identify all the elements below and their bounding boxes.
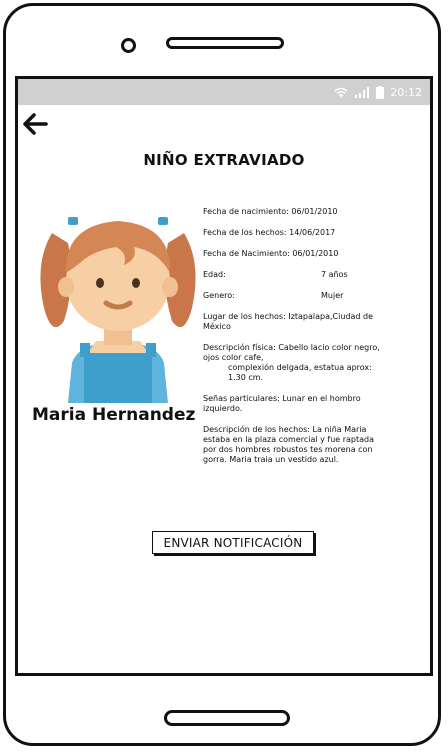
- detail-age-value: 7 años: [321, 270, 348, 279]
- send-notification-button[interactable]: ENVIAR NOTIFICACIÓN: [152, 531, 314, 554]
- details-panel: Fecha de nacimiento: 06/01/2010 Fecha de…: [203, 207, 381, 476]
- home-button[interactable]: [164, 710, 290, 726]
- detail-birthdate-2: Fecha de Nacimiento: 06/01/2010: [203, 249, 339, 258]
- camera: [121, 38, 136, 53]
- detail-birthdate: Fecha de nacimiento: 06/01/2010: [203, 207, 338, 216]
- detail-gender-value: Mujer: [321, 291, 344, 300]
- detail-age-label: Edad:: [203, 270, 226, 279]
- back-arrow-icon[interactable]: [21, 111, 49, 137]
- person-name: Maria Hernandez: [32, 405, 196, 425]
- detail-gender: Genero: Mujer: [203, 291, 381, 301]
- page-title: NIÑO EXTRAVIADO: [143, 151, 305, 169]
- detail-physical-description: Descripción física: Cabello lacio color …: [203, 343, 381, 383]
- detail-physical-description-line2: complexión delgada, estatua aprox: 1.30 …: [228, 363, 372, 382]
- detail-gender-label: Genero:: [203, 291, 235, 300]
- speaker: [166, 37, 284, 49]
- detail-age: Edad: 7 años: [203, 270, 381, 280]
- signal-icon: [355, 86, 370, 98]
- detail-incident-description: Descripción de los hechos: La niña Maria…: [203, 425, 375, 464]
- wifi-icon: [334, 87, 348, 98]
- status-bar: 20:12: [18, 79, 430, 105]
- screen: 20:12 NIÑO EXTRAVIADO Maria Hernandez Fe…: [15, 76, 433, 676]
- status-time: 20:12: [390, 85, 422, 99]
- detail-distinguishing-marks: Señas particulares: Lunar en el hombro i…: [203, 394, 361, 413]
- avatar: [40, 217, 196, 403]
- detail-physical-description-line1: Descripción física: Cabello lacio color …: [203, 343, 380, 362]
- battery-icon: [376, 85, 385, 99]
- detail-location: Lugar de los hechos: Iztapalapa,Ciudad d…: [203, 312, 374, 331]
- detail-incident-date: Fecha de los hechos: 14/06/2017: [203, 228, 336, 237]
